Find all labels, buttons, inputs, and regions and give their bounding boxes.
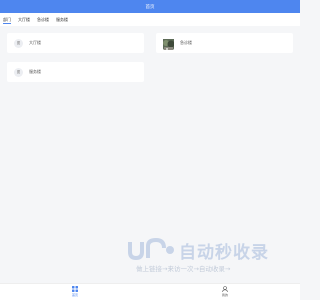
nav-home-label: 首页 [71,293,78,297]
card-label: 服务楼 [29,69,41,74]
nav-profile-label: 我的 [221,293,228,297]
card-emergency-building[interactable]: 急诊楼 [156,33,293,53]
tab-department[interactable]: 部门 [3,13,11,26]
watermark-logo-icon [128,238,174,260]
card-service-building[interactable]: 图 服务楼 [7,62,144,82]
card-label: 大厅楼 [29,40,41,45]
tab-emergency-building[interactable]: 急诊楼 [37,13,49,26]
placeholder-image-icon: 图 [14,38,23,48]
placeholder-image-icon: 图 [14,67,23,77]
tab-service-building[interactable]: 服务楼 [56,13,68,26]
grid-icon [72,286,78,292]
tab-bar: 部门 大厅楼 急诊楼 服务楼 [0,13,300,26]
bottom-nav: 首页 我的 [0,283,300,300]
watermark-title: 自动秒收录 [179,243,269,263]
user-icon [222,286,228,292]
app-header: 首页 [0,0,300,13]
building-photo [163,37,174,50]
watermark-subtitle: 做上链接→来访一次→自动收录→ [136,265,231,273]
card-label: 急诊楼 [180,40,192,45]
page-title: 首页 [145,4,155,10]
watermark: 自动秒收录 做上链接→来访一次→自动收录→ [128,238,280,274]
nav-profile[interactable]: 我的 [215,286,235,300]
nav-home[interactable]: 首页 [65,286,85,300]
tab-lobby-building[interactable]: 大厅楼 [18,13,30,26]
card-lobby-building[interactable]: 图 大厅楼 [7,33,144,53]
